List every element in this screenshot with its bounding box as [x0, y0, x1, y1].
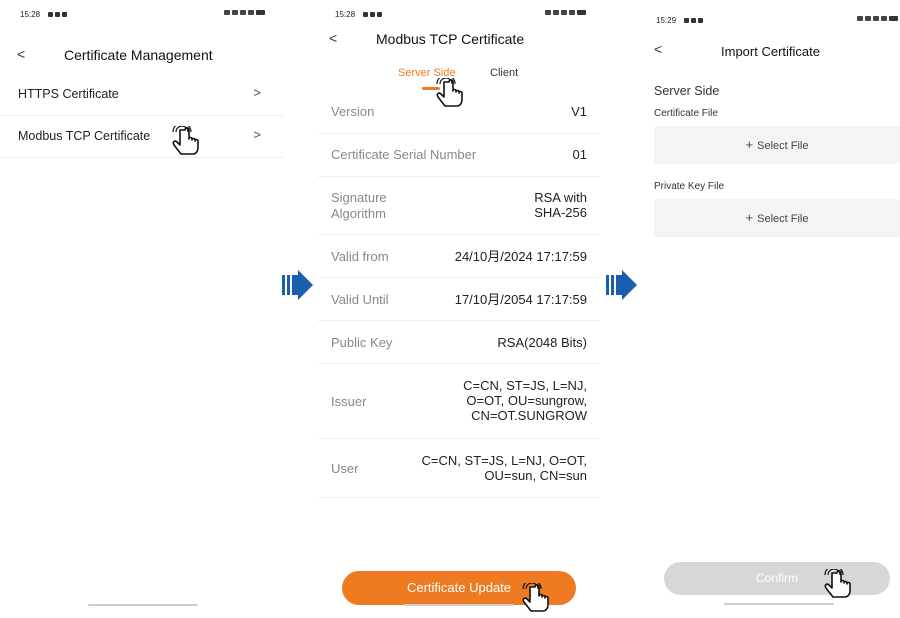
select-file-label: Select File: [757, 140, 809, 152]
info-value: 01: [572, 147, 587, 162]
chevron-right-icon: >: [253, 85, 261, 100]
notification-icons: [684, 18, 703, 23]
home-indicator: [404, 604, 514, 606]
info-key: Public Key: [331, 335, 393, 350]
menu-item-label: Modbus TCP Certificate: [18, 129, 151, 143]
info-row-valid-until: Valid Until 17/10月/2054 17:17:59: [318, 278, 600, 321]
arrow-right-icon: [606, 270, 637, 300]
modbus-tcp-certificate-screen: 15:28 < Modbus TCP Certificate Server Si…: [318, 0, 603, 618]
select-certificate-file-button[interactable]: + Select File: [654, 126, 900, 164]
system-icons: [224, 10, 265, 15]
status-time: 15:28: [335, 10, 356, 19]
select-private-key-file-button[interactable]: + Select File: [654, 199, 900, 237]
home-indicator: [724, 603, 834, 605]
info-key: Issuer: [331, 394, 367, 409]
back-button[interactable]: <: [329, 30, 337, 46]
certificate-management-screen: 15:28 < Certificate Management HTTPS Cer…: [0, 0, 283, 618]
hand-pointer-icon: [436, 78, 463, 107]
menu-item-label: HTTPS Certificate: [18, 87, 119, 101]
menu-item-https-certificate[interactable]: HTTPS Certificate >: [0, 74, 283, 116]
info-key: User: [331, 461, 359, 476]
info-value: 24/10月/2024 17:17:59: [454, 249, 587, 264]
tab-client[interactable]: Client: [490, 67, 518, 79]
plus-icon: +: [745, 210, 754, 225]
info-value: C=CN, ST=JS, L=NJ, O=OT, OU=sun, CN=sun: [421, 453, 587, 483]
arrow-right-icon: [282, 270, 313, 300]
home-indicator: [88, 604, 198, 606]
info-row-public-key: Public Key RSA(2048 Bits): [318, 321, 600, 364]
system-icons: [857, 16, 898, 21]
back-button[interactable]: <: [654, 41, 662, 57]
status-bar: 15:29: [656, 16, 898, 28]
menu-item-modbus-tcp-certificate[interactable]: Modbus TCP Certificate >: [0, 116, 283, 158]
status-time: 15:29: [656, 16, 677, 25]
info-key: Version: [331, 104, 375, 119]
plus-icon: +: [745, 137, 754, 152]
notification-icons: [363, 12, 382, 17]
confirm-button[interactable]: Confirm: [664, 562, 890, 595]
info-value: C=CN, ST=JS, L=NJ, O=OT, OU=sungrow, CN=…: [463, 378, 587, 423]
info-value: 17/10月/2054 17:17:59: [454, 292, 587, 307]
info-value: RSA(2048 Bits): [497, 335, 587, 350]
info-row-user: User C=CN, ST=JS, L=NJ, O=OT, OU=sun, CN…: [318, 439, 600, 498]
chevron-right-icon: >: [253, 127, 261, 142]
system-icons: [545, 10, 586, 15]
info-row-valid-from: Valid from 24/10月/2024 17:17:59: [318, 235, 600, 278]
hand-pointer-icon: [522, 583, 549, 612]
info-value: V1: [571, 104, 587, 119]
info-row-signature-algorithm: Signature Algorithm RSA with SHA-256: [318, 177, 600, 235]
info-key: Certificate Serial Number: [331, 147, 477, 162]
page-title: Certificate Management: [64, 47, 213, 63]
info-row-issuer: Issuer C=CN, ST=JS, L=NJ, O=OT, OU=sungr…: [318, 364, 600, 439]
info-value: RSA with SHA-256: [534, 190, 587, 220]
import-certificate-screen: 15:29 < Import Certificate Server Side C…: [642, 0, 900, 618]
info-key: Signature Algorithm: [331, 190, 387, 221]
certificate-file-label: Certificate File: [654, 108, 718, 119]
back-button[interactable]: <: [17, 46, 25, 62]
section-title: Server Side: [654, 84, 720, 98]
status-bar: 15:28: [335, 10, 586, 22]
info-key: Valid Until: [331, 292, 389, 307]
select-file-label: Select File: [757, 213, 809, 225]
page-title: Modbus TCP Certificate: [376, 31, 525, 47]
hand-pointer-icon: [824, 569, 851, 598]
page-title: Import Certificate: [721, 44, 820, 59]
info-key: Valid from: [331, 249, 389, 264]
hand-pointer-icon: [172, 126, 199, 155]
info-row-serial-number: Certificate Serial Number 01: [318, 134, 600, 177]
status-bar: 15:28: [20, 10, 265, 22]
status-time: 15:28: [20, 10, 41, 19]
private-key-file-label: Private Key File: [654, 181, 725, 192]
notification-icons: [48, 12, 67, 17]
